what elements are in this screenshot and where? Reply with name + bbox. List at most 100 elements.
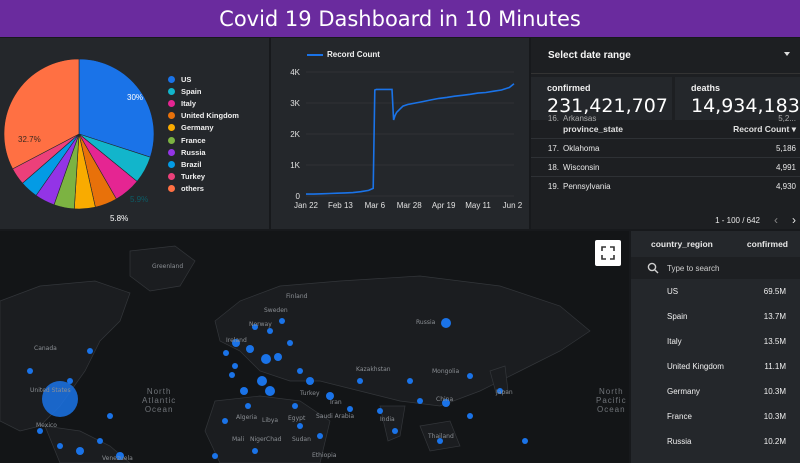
map-bubble[interactable] (267, 328, 273, 334)
map-label-niger: Niger (250, 436, 267, 443)
table-row[interactable]: 19. Pennsylvania 4,930 (531, 176, 800, 195)
map-bubble[interactable] (347, 406, 353, 412)
search-input[interactable]: Type to search (667, 264, 719, 273)
map-label-turkey: Turkey (300, 390, 320, 397)
column-header-province[interactable]: province_state (563, 124, 713, 134)
country-name: Russia (667, 437, 692, 446)
column-header-confirmed[interactable]: confirmed (747, 239, 788, 249)
map-label-chad: Chad (266, 436, 282, 443)
map-bubble[interactable] (306, 377, 314, 385)
map-bubble[interactable] (212, 453, 218, 459)
legend-item[interactable]: Brazil (168, 158, 239, 170)
legend-item[interactable]: US (168, 73, 239, 85)
y-tick-label: 1K (290, 161, 300, 170)
map-bubble[interactable] (245, 403, 251, 409)
map-bubble[interactable] (407, 378, 413, 384)
row-index: 16. (547, 114, 559, 122)
map-bubble[interactable] (57, 443, 63, 449)
table-row[interactable]: Russia 10.2M (631, 429, 800, 454)
table-row[interactable]: United Kingdom 11.1M (631, 354, 800, 379)
table-row[interactable]: France 10.3M (631, 404, 800, 429)
legend-item[interactable]: Spain (168, 85, 239, 97)
map-bubble[interactable] (257, 376, 267, 386)
next-page-button[interactable]: › (792, 213, 796, 227)
column-header-country[interactable]: country_region (651, 239, 713, 249)
legend-dot (168, 112, 175, 120)
legend-item[interactable]: Italy (168, 97, 239, 109)
map-bubble[interactable] (229, 372, 235, 378)
date-range-selector[interactable]: Select date range (531, 38, 800, 74)
country-name: Spain (667, 312, 688, 321)
fullscreen-icon (601, 246, 615, 260)
map-bubble[interactable] (279, 318, 285, 324)
table-row[interactable]: Germany 10.3M (631, 379, 800, 404)
map-bubble[interactable] (261, 354, 271, 364)
fullscreen-button[interactable] (595, 240, 621, 266)
prev-page-button[interactable]: ‹ (774, 213, 778, 227)
pie-chart[interactable]: 30% 32.7% 5.9% 5.8% (0, 38, 169, 229)
line-chart[interactable]: 0 1K 2K 3K 4K Jan 22 Feb 13 Mar 6 Mar 28 Apr 19 Ma… (271, 38, 529, 229)
map-label-china: China (436, 396, 454, 403)
map-label-mongolia: Mongolia (432, 368, 460, 375)
legend-item[interactable]: France (168, 134, 239, 146)
table-body: 17. Oklahoma 5,186 18. Wisconsin 4,991 19. Penn… (531, 138, 800, 195)
map-bubble[interactable] (246, 345, 254, 353)
map-bubble[interactable] (27, 368, 33, 374)
map-bubble[interactable] (265, 386, 275, 396)
map-canvas (0, 245, 591, 463)
map-bubble[interactable] (392, 428, 398, 434)
map-label-india: India (380, 416, 395, 423)
map-bubble[interactable] (297, 368, 303, 374)
map-bubble[interactable] (522, 438, 528, 444)
table-row[interactable]: Italy 13.5M (631, 329, 800, 354)
table-row[interactable]: Spain 13.7M (631, 304, 800, 329)
map-bubble[interactable] (107, 413, 113, 419)
legend-item[interactable]: United Kingdom (168, 110, 239, 122)
map-bubble[interactable] (87, 348, 93, 354)
table-row[interactable]: US 69.5M (631, 279, 800, 304)
landmass (379, 405, 406, 442)
map-bubble[interactable] (252, 448, 258, 454)
map-bubble[interactable] (317, 433, 323, 439)
pie-chart-panel: 30% 32.7% 5.9% 5.8% US Spain Italy United King… (0, 38, 269, 229)
map-bubble[interactable] (274, 353, 282, 361)
map-label-united-states: United States (30, 387, 71, 394)
map-label-mali: Mali (232, 436, 245, 443)
legend-dot (168, 148, 175, 156)
map-bubble[interactable] (287, 340, 293, 346)
world-map[interactable]: Greenland Finland Sweden Norway Russia Canada… (0, 231, 629, 463)
x-tick-label: Jun 2 (503, 201, 523, 210)
legend-item[interactable]: Russia (168, 146, 239, 158)
column-header-record-count[interactable]: Record Count ▾ (713, 124, 800, 135)
table-row[interactable]: 17. Oklahoma 5,186 (531, 138, 800, 157)
map-bubble[interactable] (417, 398, 423, 404)
map-bubble[interactable] (223, 350, 229, 356)
search-icon (647, 262, 659, 274)
legend-item[interactable]: others (168, 183, 239, 195)
map-bubble[interactable] (357, 378, 363, 384)
map-bubble[interactable] (232, 363, 238, 369)
search-box[interactable]: Type to search (631, 257, 800, 279)
map-bubble[interactable] (297, 423, 303, 429)
line-series-record-count[interactable] (306, 83, 515, 195)
row-index: 19. (547, 181, 559, 191)
x-tick-label: Jan 22 (294, 201, 319, 210)
table-row[interactable]: 18. Wisconsin 4,991 (531, 157, 800, 176)
map-bubble[interactable] (467, 373, 473, 379)
map-bubble[interactable] (240, 387, 248, 395)
map-bubble[interactable] (222, 418, 228, 424)
map-bubble[interactable] (76, 447, 84, 455)
table-body: US 69.5M Spain 13.7M Italy 13.5M United Kingdo… (631, 279, 800, 454)
map-bubble[interactable] (67, 378, 73, 384)
country-value: 10.2M (763, 437, 786, 446)
map-bubble[interactable] (467, 413, 473, 419)
map-bubble[interactable] (441, 318, 451, 328)
map-bubble[interactable] (97, 438, 103, 444)
map-label-sweden: Sweden (264, 307, 288, 314)
country-value: 69.5M (763, 287, 786, 296)
legend-item[interactable]: Turkey (168, 171, 239, 183)
legend-item[interactable]: Germany (168, 122, 239, 134)
map-bubble[interactable] (292, 403, 298, 409)
map-bubble[interactable] (377, 408, 383, 414)
pie-data-label: 30% (127, 93, 143, 102)
